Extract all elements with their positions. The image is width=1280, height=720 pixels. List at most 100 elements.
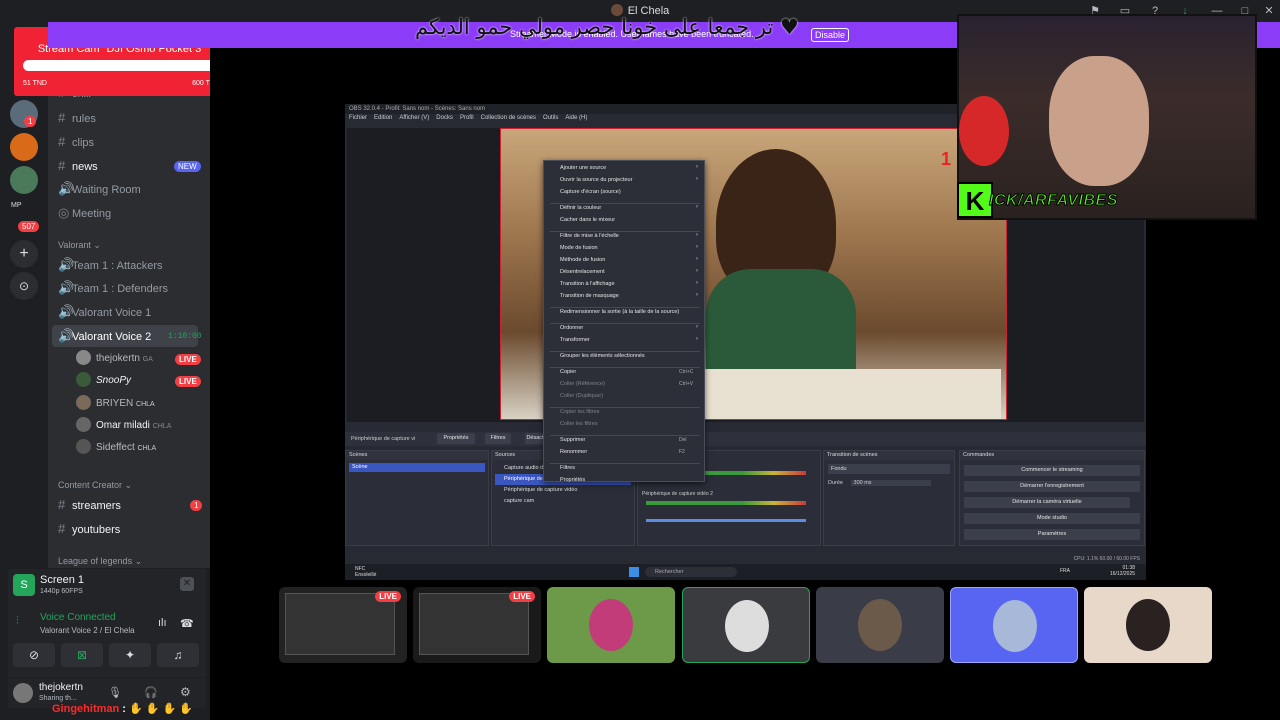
context-menu-item[interactable]: Coller (Dupliquer) <box>560 393 603 399</box>
channel-clips[interactable]: # clips <box>58 131 204 153</box>
camera-off-button[interactable]: ⊘ <box>13 643 55 667</box>
soundboard-button[interactable]: ♫ <box>157 643 199 667</box>
category-league[interactable]: League of legends ⌄ <box>58 556 142 567</box>
clock[interactable]: 01:38 16/12/2025 <box>1110 565 1135 577</box>
voice-status[interactable]: Voice Connected <box>40 612 116 623</box>
context-menu-item[interactable]: Grouper les éléments sélectionnés <box>560 353 645 359</box>
channel-streamers[interactable]: # streamers <box>58 494 204 516</box>
activities-button[interactable]: ✦ <box>109 643 151 667</box>
avatar[interactable] <box>13 683 33 703</box>
taskbar-search[interactable]: Rechercher <box>645 567 737 577</box>
channel-team1-attackers[interactable]: 🔊Team 1 : Attackers <box>58 254 204 276</box>
signal-icon[interactable]: ⫶ <box>16 615 19 628</box>
obs-menu-item[interactable]: Collection de scènes <box>481 115 536 121</box>
context-menu-item[interactable]: Cacher dans le mixeur <box>560 217 615 223</box>
start-streaming-button[interactable]: Commencer le streaming <box>964 465 1140 476</box>
studio-mode-button[interactable]: Mode studio <box>964 513 1140 524</box>
server-icon[interactable] <box>10 166 38 194</box>
close-window-icon[interactable]: ✕ <box>1262 4 1276 18</box>
participant-tile[interactable] <box>816 587 944 663</box>
disconnect-icon[interactable]: ☎ <box>180 617 194 630</box>
windows-start-icon[interactable] <box>629 567 639 577</box>
source-item[interactable]: capture cam <box>495 496 631 507</box>
discover-icon[interactable]: ⊙ <box>10 272 38 300</box>
source-item[interactable]: Périphérique de capture vidéo <box>495 485 631 496</box>
stop-share-icon[interactable]: ✕ <box>180 577 194 591</box>
context-menu-item[interactable]: Mode de fusion <box>560 245 598 251</box>
obs-menu-item[interactable]: Afficher (V) <box>399 115 429 121</box>
noise-suppression-icon[interactable]: ılı <box>158 617 167 629</box>
obs-menu-item[interactable]: Edition <box>374 115 392 121</box>
context-menu-item[interactable]: Copier <box>560 369 576 375</box>
voice-user[interactable]: Omar miladi CHLA <box>76 415 171 437</box>
chat-separator: : <box>122 703 126 715</box>
context-menu-item[interactable]: Transition de masquage <box>560 293 619 299</box>
obs-menu-item[interactable]: Aide (H) <box>565 115 587 121</box>
category-valorant[interactable]: Valorant ⌄ <box>58 240 101 251</box>
add-server-icon[interactable]: + <box>10 240 38 268</box>
screen-title: Screen 1 <box>40 574 85 586</box>
participant-tile[interactable] <box>682 587 810 663</box>
context-menu-item[interactable]: Coller les filtres <box>560 421 598 427</box>
participant-tile[interactable]: LIVE <box>279 587 407 663</box>
weather-widget[interactable]: NFC Ensoleillé <box>355 566 376 578</box>
participant-tile[interactable] <box>1084 587 1212 663</box>
headphones-icon[interactable]: 🎧 <box>144 686 158 699</box>
context-menu-item[interactable]: Renommer <box>560 449 587 455</box>
channel-youtubers[interactable]: # youtubers <box>58 518 204 540</box>
voice-user[interactable]: Sideffect CHLA <box>76 437 156 459</box>
user-name[interactable]: thejokertn <box>39 682 83 693</box>
duration-input[interactable]: 300 ms <box>850 480 931 486</box>
participant-tile[interactable] <box>547 587 675 663</box>
context-menu-item[interactable]: Filtres <box>560 465 575 471</box>
user-status: Sharing th... <box>39 695 77 702</box>
start-recording-button[interactable]: Démarrer l'enregistrement <box>964 481 1140 492</box>
microphone-icon[interactable]: 🎙 <box>108 686 122 699</box>
channel-valorant-voice-1[interactable]: 🔊Valorant Voice 1 <box>58 301 204 323</box>
volume-slider[interactable] <box>646 519 806 522</box>
voice-user[interactable]: BRIYEN CHLA <box>76 393 155 415</box>
deactivate-button[interactable]: Désact <box>525 433 545 444</box>
context-menu-item[interactable]: Ouvrir la source du projecteur <box>560 177 632 183</box>
obs-menu-item[interactable]: Docks <box>436 115 453 121</box>
channel-meeting[interactable]: ◎ Meeting <box>58 202 204 224</box>
virtual-camera-button[interactable]: Démarrer la caméra virtuelle <box>964 497 1130 508</box>
participant-tile[interactable]: LIVE <box>413 587 541 663</box>
context-menu-item[interactable]: Filtre de mise à l'échelle <box>560 233 619 239</box>
context-menu-item[interactable]: Propriétés <box>560 477 585 483</box>
context-menu-item[interactable]: Capture d'écran (source) <box>560 189 621 195</box>
context-menu-item[interactable]: Transition à l'affichage <box>560 281 615 287</box>
context-menu-item[interactable]: Supprimer <box>560 437 585 443</box>
voice-user[interactable]: SnooPy <box>76 370 131 392</box>
category-content-creator[interactable]: Content Creator ⌄ <box>58 480 132 491</box>
properties-button[interactable]: Propriétés <box>437 433 475 444</box>
obs-menu-item[interactable]: Profil <box>460 115 474 121</box>
context-menu-item[interactable]: Redimensionner la sortie (à la taille de… <box>560 309 679 315</box>
scene-item[interactable]: Scène <box>349 463 485 472</box>
screen-share-button[interactable]: ⊠ <box>61 643 103 667</box>
obs-menu-item[interactable]: Fichier <box>349 115 367 121</box>
context-menu-item[interactable]: Méthode de fusion <box>560 257 605 263</box>
disable-streamer-mode-button[interactable]: Disable <box>811 28 849 42</box>
channel-waiting-room[interactable]: 🔊Waiting Room <box>58 178 204 200</box>
hash-icon: # <box>58 110 66 125</box>
context-menu-item[interactable]: Ordonner <box>560 325 583 331</box>
settings-button[interactable]: Paramètres <box>964 529 1140 540</box>
context-menu-item[interactable]: Copier les filtres <box>560 409 599 415</box>
context-menu-item[interactable]: Désentrelacement <box>560 269 605 275</box>
transition-select[interactable]: Fondu <box>828 464 950 474</box>
language-indicator[interactable]: FRA <box>1060 568 1070 574</box>
filters-button[interactable]: Filtres <box>485 433 511 444</box>
context-menu-item[interactable]: Définir la couleur <box>560 205 601 211</box>
channel-rules[interactable]: # rules <box>58 107 204 129</box>
participant-tile[interactable] <box>950 587 1078 663</box>
context-menu-item[interactable]: Ajouter une source <box>560 165 606 171</box>
context-menu-item[interactable]: Transformer <box>560 337 590 343</box>
context-menu-item[interactable]: Coller (Référence) <box>560 381 605 387</box>
server-icon[interactable] <box>10 133 38 161</box>
settings-gear-icon[interactable]: ⚙ <box>180 685 191 699</box>
voice-channel-path[interactable]: Valorant Voice 2 / El Chela <box>40 626 135 635</box>
obs-menu-item[interactable]: Outils <box>543 115 558 121</box>
channel-team1-defenders[interactable]: 🔊Team 1 : Defenders <box>58 277 204 299</box>
voice-user[interactable]: thejokertn GA <box>76 348 153 370</box>
